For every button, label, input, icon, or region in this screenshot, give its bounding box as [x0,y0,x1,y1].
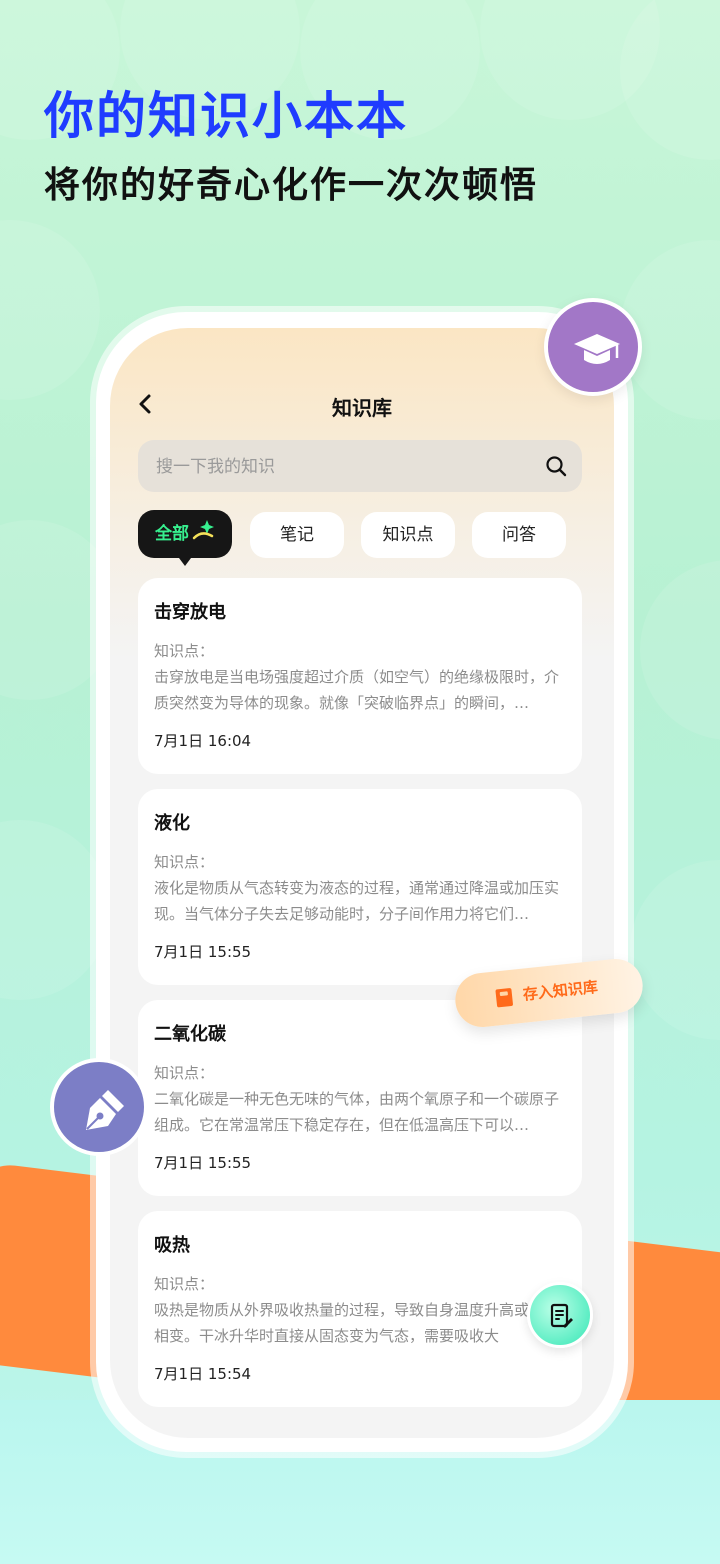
promo-subline: 将你的好奇心化作一次次顿悟 [44,165,539,206]
knowledge-card[interactable]: 吸热 知识点： 吸热是物质从外界吸收热量的过程，导致自身温度升高或发生相变。干冰… [138,1211,582,1407]
card-summary: 吸热是物质从外界吸收热量的过程，导致自身温度升高或发生相变。干冰升华时直接从固态… [154,1301,560,1345]
tab-notes[interactable]: 笔记 [250,512,344,558]
knowledge-card[interactable]: 二氧化碳 知识点： 二氧化碳是一种无色无味的气体，由两个氧原子和一个碳原子组成。… [138,1000,582,1196]
phone-frame: 知识库 全部 笔记 知识点 问答 击穿放电 [96,312,628,1452]
app-screen: 知识库 全部 笔记 知识点 问答 击穿放电 [110,328,614,1438]
pen-nib-icon [86,1090,124,1130]
tab-pointer [179,558,191,566]
page-title: 知识库 [332,396,392,420]
card-type-label: 知识点： [154,853,215,871]
search-icon[interactable] [544,454,568,478]
promo-headline: 你的知识小本本 [44,87,408,145]
card-type-label: 知识点： [154,642,215,660]
search-input[interactable] [154,440,538,494]
tab-qa[interactable]: 问答 [472,512,566,558]
filter-tabs: 全部 笔记 知识点 问答 [138,510,582,566]
card-timestamp: 7月1日 15:55 [154,1154,252,1172]
card-title: 液化 [154,813,190,834]
knowledge-card[interactable]: 液化 知识点： 液化是物质从气态转变为液态的过程，通常通过降温或加压实现。当气体… [138,789,582,985]
card-summary: 二氧化碳是一种无色无味的气体，由两个氧原子和一个碳原子组成。它在常温常压下稳定存… [154,1090,560,1134]
tab-knowledge-points[interactable]: 知识点 [361,512,455,558]
sparkle-icon [192,520,214,540]
book-icon [495,988,513,1008]
search-bar [138,440,582,494]
card-type-label: 知识点： [154,1064,215,1082]
graduation-badge [544,298,642,396]
card-title: 吸热 [154,1235,190,1256]
knowledge-card[interactable]: 击穿放电 知识点： 击穿放电是当电场强度超过介质（如空气）的绝缘极限时，介质突然… [138,578,582,774]
new-note-button[interactable] [527,1282,593,1348]
card-title: 二氧化碳 [154,1024,226,1045]
card-title: 击穿放电 [154,602,226,623]
card-timestamp: 7月1日 15:55 [154,943,252,961]
card-type-label: 知识点： [154,1275,215,1293]
note-edit-icon [550,1303,573,1328]
save-pill-label: 存入知识库 [522,977,599,1004]
card-timestamp: 7月1日 16:04 [154,732,252,750]
pen-badge [50,1058,148,1156]
tab-all[interactable]: 全部 [138,510,232,566]
card-summary: 击穿放电是当电场强度超过介质（如空气）的绝缘极限时，介质突然变为导体的现象。就像… [154,668,560,712]
tab-label: 全部 [155,524,189,544]
graduation-cap-icon [574,334,620,364]
card-timestamp: 7月1日 15:54 [154,1365,252,1383]
card-summary: 液化是物质从气态转变为液态的过程，通常通过降温或加压实现。当气体分子失去足够动能… [154,879,560,923]
